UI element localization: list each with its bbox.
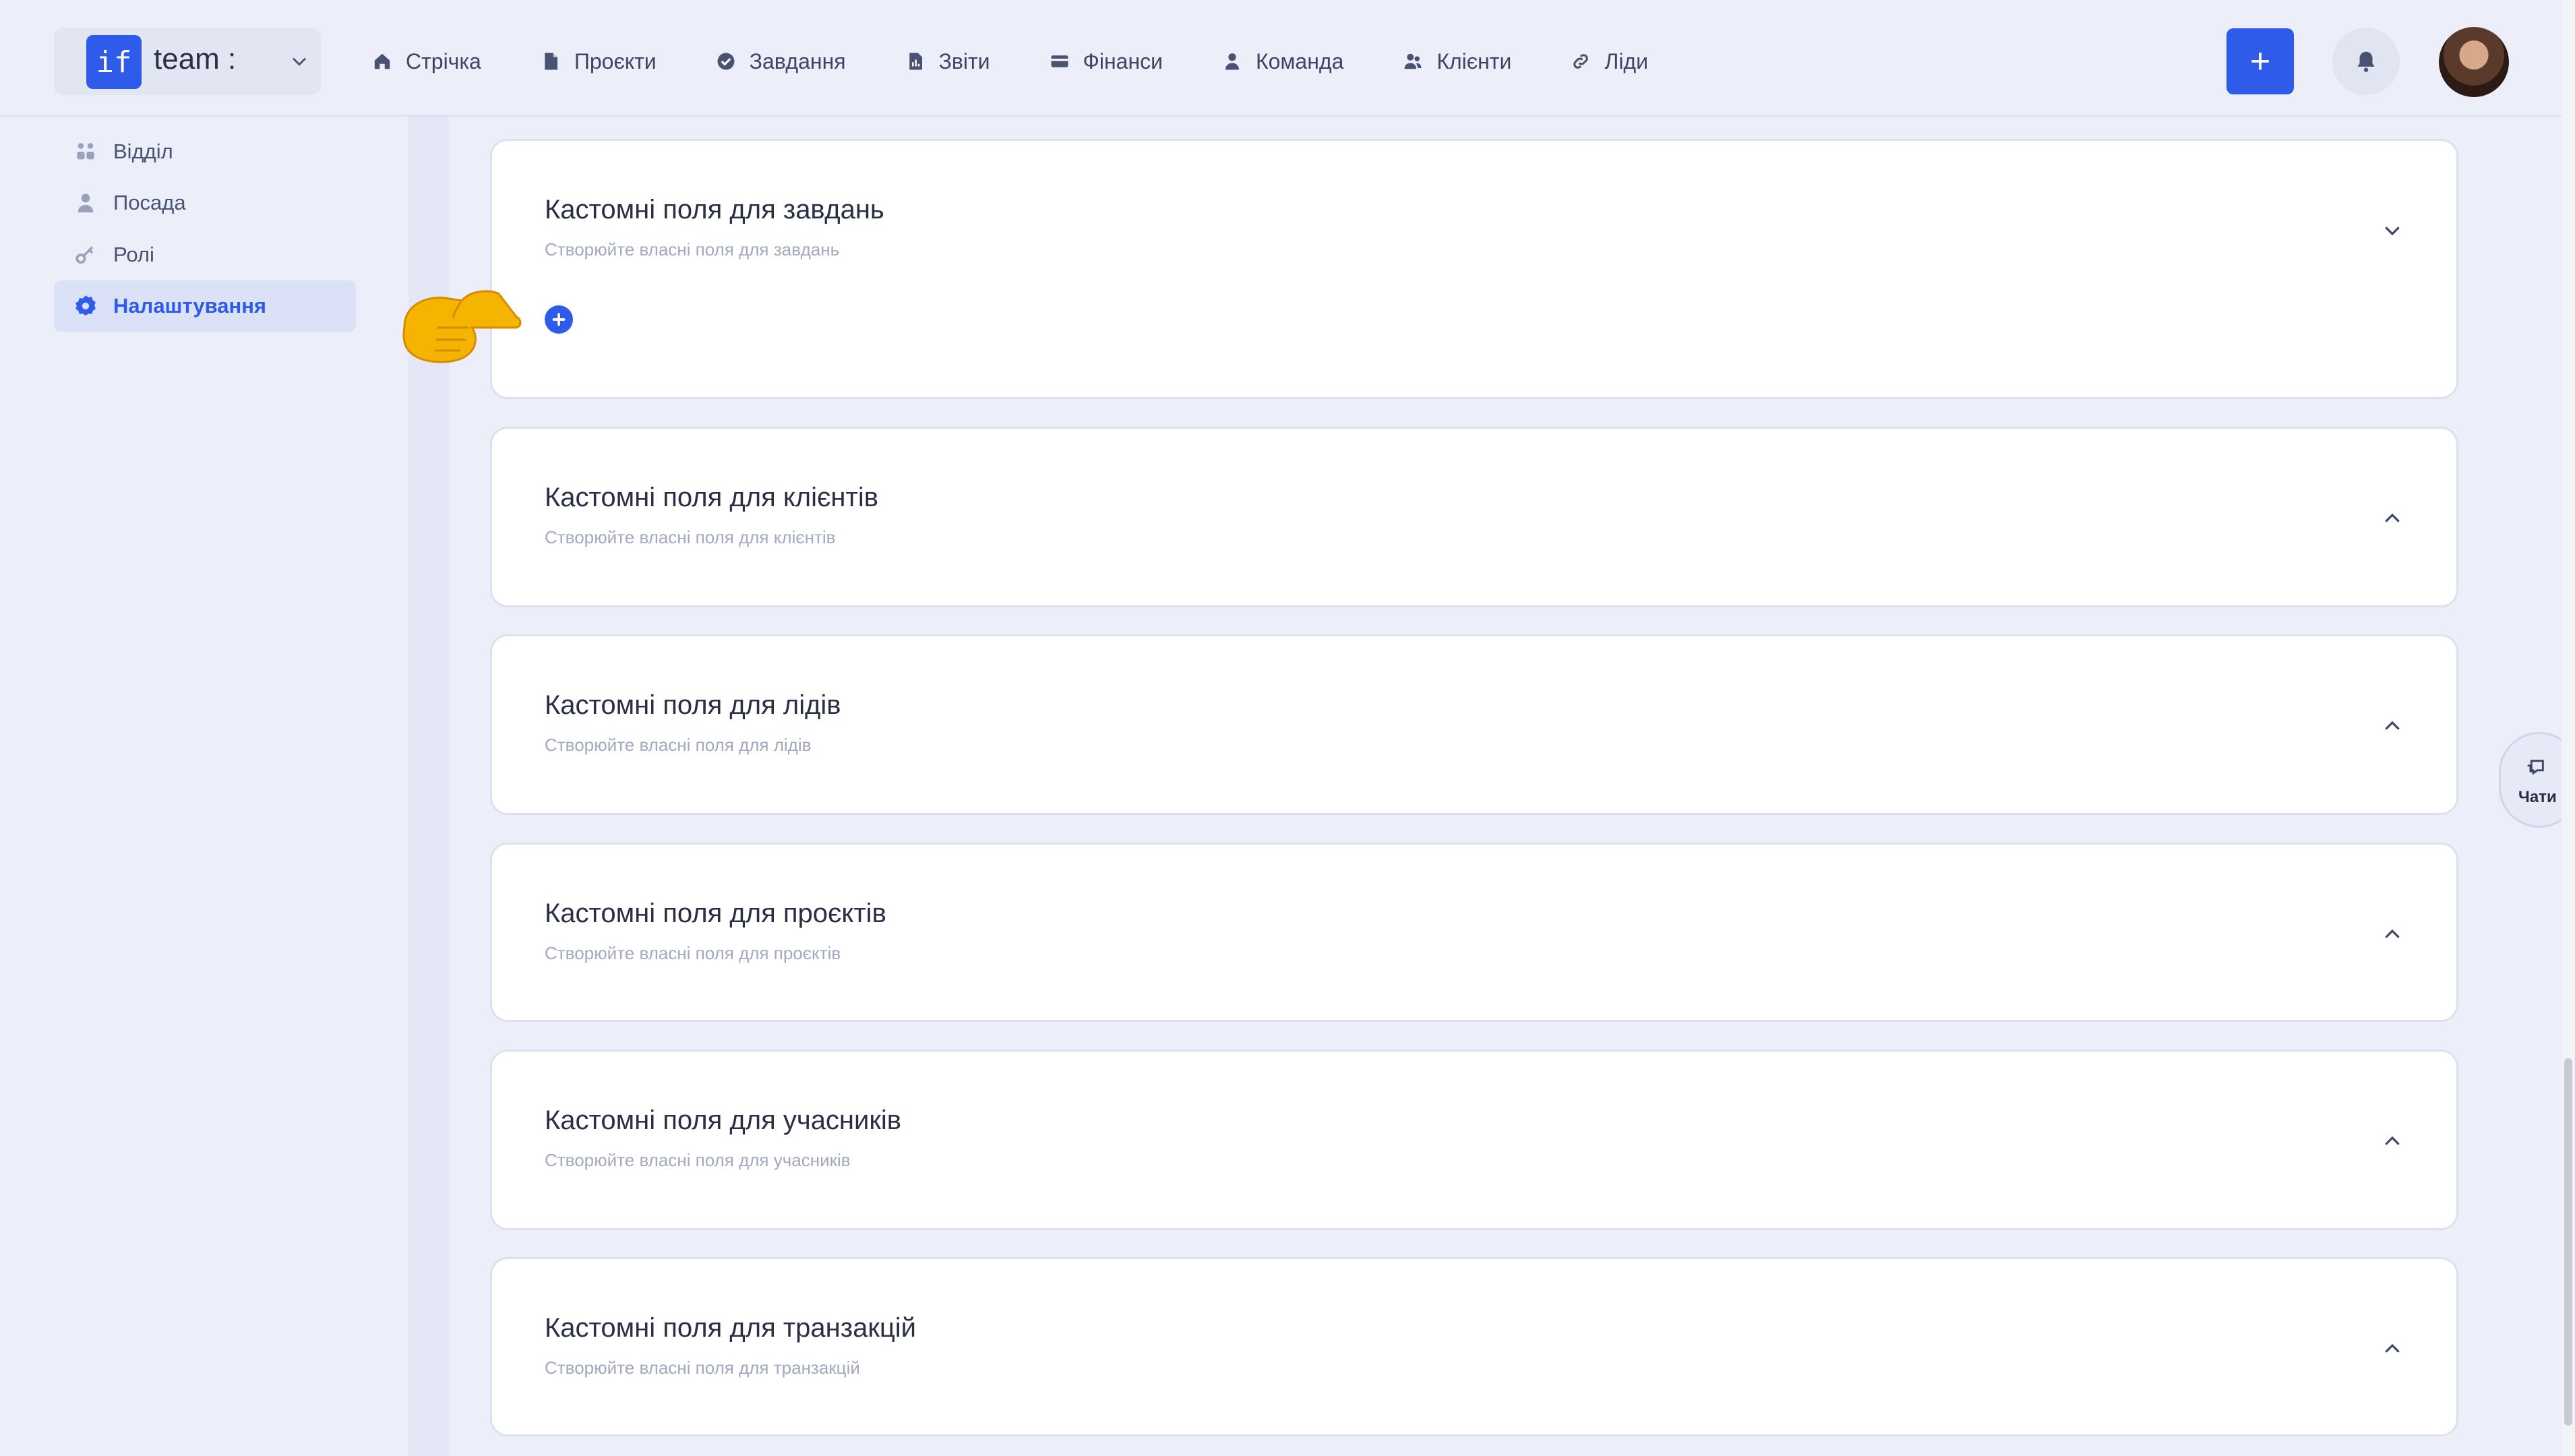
custom-fields-card-tasks: Кастомні поля для завдань Створюйте влас… xyxy=(490,139,2458,399)
plus-icon xyxy=(552,313,566,326)
user-icon xyxy=(1225,53,1239,70)
nav-item-projects[interactable]: Проєкти xyxy=(541,43,657,80)
nav-item-clients[interactable]: Клієнти xyxy=(1403,43,1511,80)
key-icon xyxy=(75,246,94,264)
user-icon xyxy=(78,193,94,213)
brand-logo: if xyxy=(86,35,142,89)
nav-item-tasks[interactable]: Завдання xyxy=(716,43,846,80)
custom-fields-card-clients[interactable]: Кастомні поля для клієнтів Створюйте вла… xyxy=(490,427,2458,607)
card-title: Кастомні поля для лідів xyxy=(545,690,841,720)
nav-item-label: Фінанси xyxy=(1083,49,1163,73)
create-button[interactable]: + xyxy=(2226,28,2294,94)
chevron-up-icon[interactable] xyxy=(2382,1339,2402,1359)
sidebar-item-label: Налаштування xyxy=(113,294,267,317)
custom-fields-card-projects[interactable]: Кастомні поля для проєктів Створюйте вла… xyxy=(490,843,2458,1022)
sidebar-item-roles[interactable]: Ролі xyxy=(54,229,356,280)
scrollbar-thumb[interactable] xyxy=(2564,1058,2572,1426)
add-field-button[interactable] xyxy=(545,305,573,334)
check-circle-icon xyxy=(717,53,735,70)
bell-icon xyxy=(2357,51,2375,72)
chats-label: Чати xyxy=(2518,788,2557,806)
card-subtitle: Створюйте власні поля для завдань xyxy=(545,239,840,260)
grid-users-icon xyxy=(77,143,94,160)
notifications-button[interactable] xyxy=(2332,28,2400,95)
home-icon xyxy=(374,53,390,69)
main-nav: Стрічка Проєкти Завдання Звіти Фінанси К… xyxy=(372,43,1648,80)
chevron-down-icon xyxy=(293,58,306,66)
report-icon xyxy=(909,53,922,70)
wallet-icon xyxy=(1051,55,1068,67)
sidebar-item-label: Ролі xyxy=(113,243,154,266)
pointing-hand-icon xyxy=(402,290,522,363)
nav-item-label: Проєкти xyxy=(574,49,657,73)
card-title: Кастомні поля для транзакцій xyxy=(545,1313,916,1343)
brand-name: team : xyxy=(154,42,237,75)
workspace-switcher[interactable]: if team : xyxy=(54,28,321,95)
card-title: Кастомні поля для учасників xyxy=(545,1105,902,1135)
card-title: Кастомні поля для проєктів xyxy=(545,899,886,928)
sidebar-item-settings[interactable]: Налаштування xyxy=(54,280,356,332)
nav-item-label: Завдання xyxy=(749,49,846,73)
card-subtitle: Створюйте власні поля для проєктів xyxy=(545,943,841,963)
sidebar-item-department[interactable]: Відділ xyxy=(54,126,356,177)
nav-item-leads[interactable]: Ліди xyxy=(1571,43,1648,80)
card-title: Кастомні поля для клієнтів xyxy=(545,483,878,512)
nav-item-finance[interactable]: Фінанси xyxy=(1050,43,1163,80)
nav-item-feed[interactable]: Стрічка xyxy=(372,43,481,80)
custom-fields-card-members[interactable]: Кастомні поля для учасників Створюйте вл… xyxy=(490,1050,2458,1230)
gear-icon xyxy=(75,295,96,316)
nav-item-label: Ліди xyxy=(1604,49,1648,73)
chevron-up-icon[interactable] xyxy=(2382,1131,2402,1151)
users-icon xyxy=(1404,53,1422,69)
nav-item-label: Звіти xyxy=(938,49,990,73)
avatar[interactable] xyxy=(2439,27,2509,97)
chevron-up-icon[interactable] xyxy=(2382,508,2402,528)
nav-item-label: Клієнти xyxy=(1436,49,1512,73)
card-subtitle: Створюйте власні поля для учасників xyxy=(545,1150,851,1170)
chevron-up-icon[interactable] xyxy=(2382,924,2402,944)
custom-fields-card-transactions[interactable]: Кастомні поля для транзакцій Створюйте в… xyxy=(490,1257,2458,1436)
nav-item-label: Стрічка xyxy=(406,49,481,73)
chevron-down-icon[interactable] xyxy=(2382,220,2402,241)
card-subtitle: Створюйте власні поля для лідів xyxy=(545,735,812,755)
card-title: Кастомні поля для завдань xyxy=(545,195,884,224)
link-icon xyxy=(1573,54,1589,69)
chat-icon xyxy=(2527,760,2544,775)
nav-item-team[interactable]: Команда xyxy=(1222,43,1343,80)
custom-fields-card-leads[interactable]: Кастомні поля для лідів Створюйте власні… xyxy=(490,634,2458,815)
nav-item-reports[interactable]: Звіти xyxy=(905,43,990,80)
card-subtitle: Створюйте власні поля для транзакцій xyxy=(545,1358,860,1378)
sidebar-item-label: Посада xyxy=(113,191,186,214)
sidebar-item-position[interactable]: Посада xyxy=(54,177,356,229)
sidebar-item-label: Відділ xyxy=(113,140,173,163)
chevron-up-icon[interactable] xyxy=(2382,716,2402,736)
nav-item-label: Команда xyxy=(1255,49,1344,73)
top-bar: if team : Стрічка Проєкти Завдання Звіти… xyxy=(0,0,2562,117)
document-icon xyxy=(545,53,557,70)
card-subtitle: Створюйте власні поля для клієнтів xyxy=(545,527,836,547)
